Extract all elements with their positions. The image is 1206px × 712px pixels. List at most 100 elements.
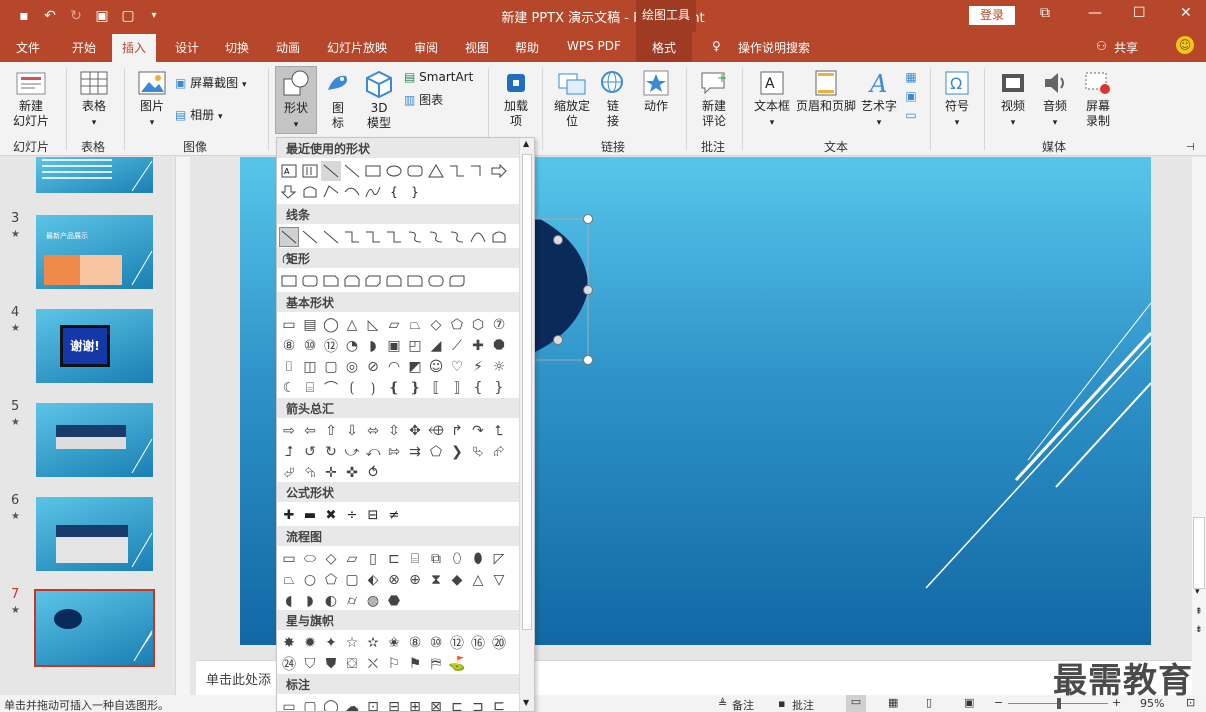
flowchart-shape-icon[interactable]: ◗ bbox=[300, 591, 320, 611]
block-arrow-icon[interactable]: ↷ bbox=[468, 421, 488, 441]
smiley-icon[interactable]: ☺ bbox=[1176, 36, 1194, 54]
3d-model-button[interactable]: 3D 模型 bbox=[362, 70, 396, 131]
snip-round-rect-icon[interactable] bbox=[384, 271, 404, 291]
flowchart-shape-icon[interactable]: ▢ bbox=[342, 570, 362, 590]
smartart-button[interactable]: ▤ SmartArt bbox=[404, 70, 473, 85]
plus-icon[interactable]: ✚ bbox=[279, 505, 299, 525]
basic-shape-icon[interactable]: ⚡ bbox=[468, 357, 488, 377]
thumbnail-slide-4[interactable]: 谢谢! bbox=[36, 309, 153, 383]
scroll-up-icon[interactable]: ▲ bbox=[523, 139, 529, 148]
flowchart-shape-icon[interactable]: ◖ bbox=[279, 591, 299, 611]
star-banner-icon[interactable]: ⚑ bbox=[405, 654, 425, 674]
text-small-icons[interactable]: ▦ ▣ ▭ bbox=[901, 68, 921, 125]
screenshot-button[interactable]: ▣ 屏幕截图 ▾ bbox=[175, 76, 247, 93]
flowchart-shape-icon[interactable]: ⬯ bbox=[447, 549, 467, 569]
tab-review[interactable]: 审阅 bbox=[414, 39, 438, 56]
symbol-button[interactable]: Ω 符号 ▾ bbox=[938, 70, 976, 131]
oval-shape-icon[interactable] bbox=[384, 161, 404, 181]
slideshow-view-icon[interactable]: ▣ bbox=[964, 696, 974, 709]
textbox-shape-icon[interactable]: A bbox=[279, 161, 299, 181]
flowchart-shape-icon[interactable]: ⌸ bbox=[405, 549, 425, 569]
block-arrow-icon[interactable]: ↻ bbox=[321, 442, 341, 462]
pin-ribbon-icon[interactable]: ⊣ bbox=[1186, 140, 1195, 155]
round-same-rect-icon[interactable] bbox=[426, 271, 446, 291]
flowchart-shape-icon[interactable]: ▭ bbox=[279, 549, 299, 569]
flowchart-shape-icon[interactable]: ⬭ bbox=[300, 549, 320, 569]
basic-shape-icon[interactable]: ☼ bbox=[489, 357, 509, 377]
screen-record-button[interactable]: 屏幕 录制 bbox=[1078, 70, 1118, 129]
left-brace-shape-icon[interactable]: { bbox=[384, 182, 404, 202]
flowchart-shape-icon[interactable]: ⬮ bbox=[468, 549, 488, 569]
basic-shape-icon[interactable]: ⑧ bbox=[279, 336, 299, 356]
chart-button[interactable]: ▥ 图表 bbox=[404, 93, 443, 108]
basic-shape-icon[interactable]: ⟯ bbox=[363, 378, 383, 398]
block-arrow-icon[interactable]: ⇩ bbox=[342, 421, 362, 441]
callout-shape-icon[interactable]: ▭ bbox=[279, 697, 299, 711]
block-arrow-icon[interactable]: ⥀ bbox=[363, 463, 383, 483]
basic-shape-icon[interactable]: ◇ bbox=[426, 315, 446, 335]
basic-shape-icon[interactable]: ⑫ bbox=[321, 336, 341, 356]
not-equal-icon[interactable]: ≠ bbox=[384, 505, 404, 525]
callout-shape-icon[interactable]: ⊑ bbox=[489, 697, 509, 711]
basic-shape-icon[interactable]: ☾ bbox=[279, 378, 299, 398]
thumbnail-slide-5[interactable] bbox=[36, 403, 153, 477]
basic-shape-icon[interactable]: ▭ bbox=[279, 315, 299, 335]
addins-button[interactable]: 加载 项 bbox=[498, 70, 534, 129]
callout-shape-icon[interactable]: ⊠ bbox=[426, 697, 446, 711]
block-arrow-icon[interactable]: ⬲ bbox=[426, 421, 446, 441]
freeform-icon[interactable] bbox=[489, 227, 509, 247]
snip-single-rect-icon[interactable] bbox=[321, 271, 341, 291]
snip-diag-rect-icon[interactable] bbox=[363, 271, 383, 291]
block-arrow-icon[interactable]: ⮰ bbox=[279, 463, 299, 483]
tab-home[interactable]: 开始 bbox=[72, 39, 96, 56]
elbow-double-arrow-icon[interactable] bbox=[384, 227, 404, 247]
audio-button[interactable]: 音频 ▾ bbox=[1036, 70, 1074, 131]
prev-slide-icon[interactable]: ⇞ bbox=[1195, 607, 1203, 617]
zoom-button[interactable]: 缩放定 位 bbox=[550, 70, 594, 129]
basic-shape-icon[interactable]: ⟮ bbox=[342, 378, 362, 398]
share-button[interactable]: 共享 bbox=[1114, 39, 1138, 56]
star-banner-icon[interactable]: ✸ bbox=[279, 633, 299, 653]
basic-shape-icon[interactable]: ▤ bbox=[300, 315, 320, 335]
star-banner-icon[interactable]: ✬ bbox=[384, 633, 404, 653]
divide-icon[interactable]: ÷ bbox=[342, 505, 362, 525]
block-arrow-icon[interactable]: ⇉ bbox=[405, 442, 425, 462]
link-button[interactable]: 链 接 bbox=[598, 70, 628, 129]
next-slide-icon[interactable]: ⇟ bbox=[1195, 625, 1203, 635]
flowchart-shape-icon[interactable]: ⧗ bbox=[426, 570, 446, 590]
picture-button[interactable]: 图片 ▾ bbox=[133, 70, 171, 131]
tab-slideshow[interactable]: 幻灯片放映 bbox=[327, 39, 387, 56]
tab-help[interactable]: 帮助 bbox=[515, 39, 539, 56]
callout-shape-icon[interactable]: ⊟ bbox=[384, 697, 404, 711]
tab-file[interactable]: 文件 bbox=[16, 39, 40, 56]
flowchart-shape-icon[interactable]: ○ bbox=[300, 570, 320, 590]
textbox-button[interactable]: A 文本框 ▾ bbox=[752, 70, 792, 131]
star-banner-icon[interactable]: ⑫ bbox=[447, 633, 467, 653]
block-arrow-icon[interactable]: ⤻ bbox=[342, 442, 362, 462]
basic-shape-icon[interactable]: ◩ bbox=[405, 357, 425, 377]
basic-shape-icon[interactable]: ▣ bbox=[384, 336, 404, 356]
block-arrow-icon[interactable]: ⮤ bbox=[489, 421, 509, 441]
curved-connector-icon[interactable] bbox=[405, 227, 425, 247]
table-button[interactable]: 表格 ▾ bbox=[74, 70, 114, 131]
gallery-scroll-thumb[interactable] bbox=[522, 154, 532, 630]
double-arrow-icon[interactable] bbox=[321, 227, 341, 247]
tab-transitions[interactable]: 切换 bbox=[225, 39, 249, 56]
ribbon-display-icon[interactable]: ⧉ bbox=[1040, 5, 1050, 21]
flowchart-shape-icon[interactable]: ⬖ bbox=[363, 570, 383, 590]
star-banner-icon[interactable]: ⑧ bbox=[405, 633, 425, 653]
normal-view-icon[interactable]: ▭ bbox=[846, 695, 866, 712]
tab-format[interactable]: 格式 bbox=[636, 32, 693, 62]
curve-shape-icon[interactable] bbox=[363, 182, 383, 202]
basic-shape-icon[interactable]: ⌸ bbox=[300, 378, 320, 398]
block-arrow-icon[interactable]: ✥ bbox=[405, 421, 425, 441]
slide-scrollbar[interactable]: ▾ ⇞ ⇟ bbox=[1192, 157, 1206, 695]
scroll-down-icon[interactable]: ▾ bbox=[1195, 587, 1200, 597]
flowchart-shape-icon[interactable]: ▯ bbox=[363, 549, 383, 569]
close-icon[interactable]: ✕ bbox=[1180, 5, 1192, 21]
block-arrow-icon[interactable]: ⮲ bbox=[300, 463, 320, 483]
star-banner-icon[interactable]: ⛉ bbox=[300, 654, 320, 674]
star-banner-icon[interactable]: ⛊ bbox=[321, 654, 341, 674]
tab-wps-pdf[interactable]: WPS PDF bbox=[567, 39, 621, 53]
arrow-icon[interactable] bbox=[300, 227, 320, 247]
